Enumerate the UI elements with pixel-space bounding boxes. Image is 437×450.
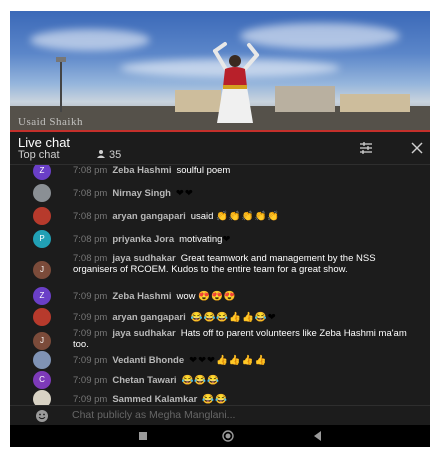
home-button[interactable]	[220, 429, 236, 443]
message-author[interactable]: jaya sudhakar	[112, 328, 175, 339]
avatar[interactable]: C	[33, 371, 51, 389]
message-emoji: ❤❤	[175, 188, 194, 199]
message-time: 7:09 pm	[73, 328, 108, 339]
message-time: 7:08 pm	[73, 253, 108, 264]
message-text: 7:09 pm aryan gangapari 😂😂😂👍👍😂❤	[73, 312, 420, 323]
video-player[interactable]: Usaid Shaikh	[10, 11, 430, 132]
message-author[interactable]: Nirnay Singh	[112, 188, 171, 199]
system-nav-bar	[10, 425, 430, 447]
message-author[interactable]: aryan gangapari	[112, 312, 185, 323]
message-time: 7:09 pm	[73, 312, 108, 323]
light-pole-head	[56, 57, 66, 62]
message-text: 7:08 pm Nirnay Singh ❤❤	[73, 188, 420, 199]
message-author[interactable]: Zeba Hashmi	[112, 291, 171, 302]
filter-icon	[360, 142, 372, 154]
avatar[interactable]: J	[33, 332, 51, 350]
avatar[interactable]	[33, 184, 51, 202]
light-pole	[60, 62, 62, 112]
avatar[interactable]	[33, 351, 51, 369]
message-emoji: 😂😂	[202, 394, 229, 405]
live-chat-title: Live chat	[18, 135, 71, 150]
chat-input-bar[interactable]: Chat publicly as Megha Manglani...	[10, 405, 430, 424]
message-author[interactable]: aryan gangapari	[112, 211, 185, 222]
phone-screen: Usaid Shaikh Live chat Top chat 35 Z 7:0…	[10, 11, 430, 447]
message-text: 7:08 pm Zeba Hashmi soulful poem	[73, 165, 420, 176]
person-icon	[97, 150, 105, 158]
message-time: 7:09 pm	[73, 375, 108, 386]
message-emoji: ❤❤❤👍👍👍👍	[189, 355, 268, 366]
message-author[interactable]: Vedanti Bhonde	[112, 355, 184, 366]
message-author[interactable]: Chetan Tawari	[112, 375, 176, 386]
message-author[interactable]: jaya sudhakar	[112, 253, 175, 264]
avatar[interactable]: P	[33, 230, 51, 248]
message-emoji: 😂😂😂	[181, 375, 221, 386]
sky-cloud	[30, 29, 150, 51]
recents-icon	[139, 432, 147, 440]
message-text: 7:09 pm Vedanti Bhonde ❤❤❤👍👍👍👍	[73, 355, 420, 366]
message-text: 7:08 pm aryan gangapari usaid 👏👏👏👏👏	[73, 211, 420, 222]
message-body: wow	[176, 291, 196, 302]
back-button[interactable]	[310, 429, 326, 443]
back-icon	[314, 431, 321, 441]
background-building	[275, 86, 335, 112]
recents-button[interactable]	[135, 429, 151, 443]
chat-message-list[interactable]: Z 7:08 pm Zeba Hashmi soulful poem 7:08 pm…	[10, 165, 430, 405]
chat-mode-selector[interactable]: Top chat	[18, 149, 60, 161]
message-author[interactable]: Sammed Kalamkar	[112, 394, 197, 405]
message-text: 7:09 pm jaya sudhakar Hats off to parent v…	[73, 328, 420, 350]
message-body: usaid	[190, 211, 214, 222]
message-emoji: 😍😍😍	[198, 291, 237, 302]
message-text: 7:08 pm priyanka Jora motivating❤	[73, 234, 420, 245]
viewer-count-value: 35	[109, 149, 122, 161]
video-watermark: Usaid Shaikh	[18, 116, 83, 128]
message-emoji: ❤	[222, 234, 232, 245]
message-text: 7:09 pm Sammed Kalamkar 😂😂	[73, 394, 420, 405]
chat-header: Live chat Top chat 35	[10, 132, 430, 165]
filter-button[interactable]	[358, 140, 374, 156]
avatar[interactable]: J	[33, 261, 51, 279]
avatar[interactable]: Z	[33, 165, 51, 180]
background-building	[340, 94, 410, 112]
message-author[interactable]: Zeba Hashmi	[112, 165, 171, 176]
chat-input-field[interactable]: Chat publicly as Megha Manglani...	[72, 409, 235, 421]
message-time: 7:09 pm	[73, 291, 108, 302]
close-icon	[411, 142, 423, 154]
message-text: 7:08 pm jaya sudhakar Great teamwork and m…	[73, 253, 420, 275]
message-time: 7:09 pm	[73, 394, 108, 405]
message-author[interactable]: priyanka Jora	[112, 234, 174, 245]
close-chat-button[interactable]	[409, 140, 425, 156]
smiley-icon[interactable]	[35, 409, 49, 423]
message-time: 7:08 pm	[73, 188, 108, 199]
avatar[interactable]	[33, 308, 51, 326]
message-time: 7:08 pm	[73, 211, 108, 222]
avatar[interactable]	[33, 390, 51, 405]
message-time: 7:08 pm	[73, 234, 108, 245]
dancer-figure	[213, 42, 259, 123]
message-emoji: 👏👏👏👏👏	[216, 211, 281, 222]
message-body: motivating	[179, 234, 223, 245]
message-time: 7:08 pm	[73, 165, 108, 176]
avatar[interactable]: Z	[33, 287, 51, 305]
viewer-count: 35	[96, 149, 121, 161]
message-time: 7:09 pm	[73, 355, 108, 366]
avatar[interactable]	[33, 207, 51, 225]
message-emoji: 😂😂😂👍👍😂❤	[190, 312, 277, 323]
home-icon	[222, 430, 234, 442]
message-body: soulful poem	[176, 165, 231, 176]
message-text: 7:09 pm Chetan Tawari 😂😂😂	[73, 375, 420, 386]
message-text: 7:09 pm Zeba Hashmi wow 😍😍😍	[73, 291, 420, 302]
